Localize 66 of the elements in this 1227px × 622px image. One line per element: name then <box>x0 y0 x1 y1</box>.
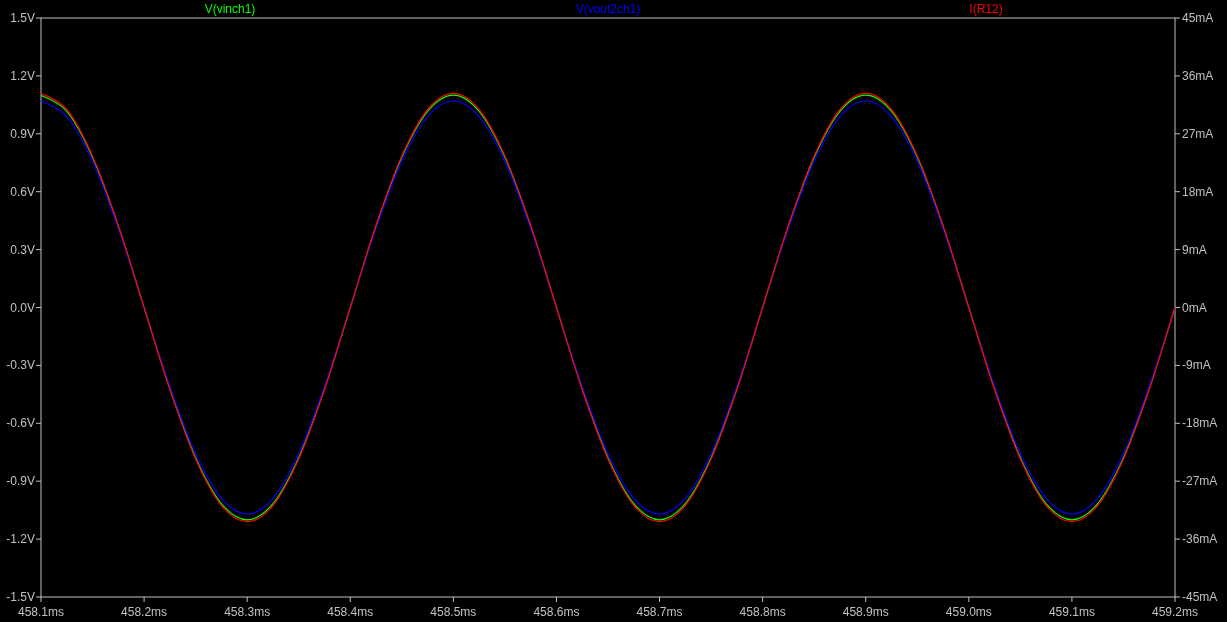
axis-tick-label: 458.8ms <box>739 605 786 619</box>
axis-tick <box>1174 364 1181 366</box>
axis-tick-label: -27mA <box>1182 474 1218 489</box>
axis-tick-label: 0.0V <box>10 300 35 315</box>
axis-tick <box>1174 75 1181 77</box>
axis-tick-label: 45mA <box>1182 11 1214 25</box>
axis-tick-label: 27mA <box>1182 126 1214 141</box>
axis-tick <box>35 133 42 135</box>
axis-tick-label: -36mA <box>1182 532 1218 547</box>
axis-tick-label: -1.5V <box>6 590 35 604</box>
axis-tick <box>1071 596 1073 603</box>
axis-tick-label: -18mA <box>1182 416 1218 431</box>
axis-tick-label: 0.6V <box>10 184 35 199</box>
axis-tick <box>1174 191 1181 193</box>
axis-tick-label: 1.5V <box>10 11 35 25</box>
axis-tick <box>1174 17 1181 19</box>
axis-tick-label: 1.2V <box>10 68 35 83</box>
axis-tick <box>35 17 42 19</box>
axis-tick-label: 0.3V <box>10 242 35 257</box>
axis-tick <box>35 364 42 366</box>
axis-tick-label: 458.6ms <box>533 605 580 619</box>
axis-tick-label: -9mA <box>1182 358 1211 373</box>
axis-tick <box>659 596 661 603</box>
legend-label[interactable]: V(vinch1) <box>204 2 256 16</box>
axis-tick-label: 459.0ms <box>945 605 992 619</box>
axis-tick-label: 458.2ms <box>121 605 168 619</box>
axis-tick-label: 458.7ms <box>636 605 683 619</box>
axis-tick-label: 459.2ms <box>1152 605 1198 619</box>
axis-tick-label: -0.3V <box>6 358 35 373</box>
axis-tick <box>1174 538 1181 540</box>
axis-tick <box>1174 249 1181 251</box>
axis-tick <box>35 191 42 193</box>
axis-tick <box>35 75 42 77</box>
axis-tick <box>762 596 764 603</box>
axis-tick <box>1174 422 1181 424</box>
axis-tick <box>35 249 42 251</box>
axis-tick <box>555 596 557 603</box>
axis-tick <box>968 596 970 603</box>
axis-tick <box>865 596 867 603</box>
axis-tick-label: -0.9V <box>6 474 35 489</box>
axis-tick-label: 0.9V <box>10 126 35 141</box>
axis-tick-label: -1.2V <box>6 532 35 547</box>
axis-tick-label: 458.3ms <box>224 605 271 619</box>
axis-tick <box>349 596 351 603</box>
axis-tick-label: 18mA <box>1182 184 1214 199</box>
axis-tick <box>246 596 248 603</box>
axis-tick-label: 0mA <box>1182 300 1207 315</box>
axis-tick-label: 458.9ms <box>842 605 889 619</box>
axis-tick-label: 458.5ms <box>430 605 477 619</box>
axis-tick-label: 36mA <box>1182 68 1214 83</box>
legend-label[interactable]: I(R12) <box>969 2 1003 16</box>
axis-tick <box>1174 307 1181 308</box>
axis-tick-label: 458.4ms <box>327 605 374 619</box>
axis-tick <box>35 538 42 540</box>
axis-tick <box>35 480 42 482</box>
axis-tick-label: -0.6V <box>6 416 35 431</box>
axis-tick-label: 9mA <box>1182 242 1207 257</box>
axis-tick <box>35 422 42 424</box>
axis-tick-label: 458.1ms <box>18 605 64 619</box>
axis-tick <box>35 307 42 308</box>
axis-tick <box>1174 480 1181 482</box>
axis-tick-label: -45mA <box>1182 590 1218 604</box>
axis-tick <box>1174 133 1181 135</box>
axis-tick <box>143 596 145 603</box>
axis-tick <box>452 596 454 603</box>
axis-tick-label: 459.1ms <box>1048 605 1095 619</box>
